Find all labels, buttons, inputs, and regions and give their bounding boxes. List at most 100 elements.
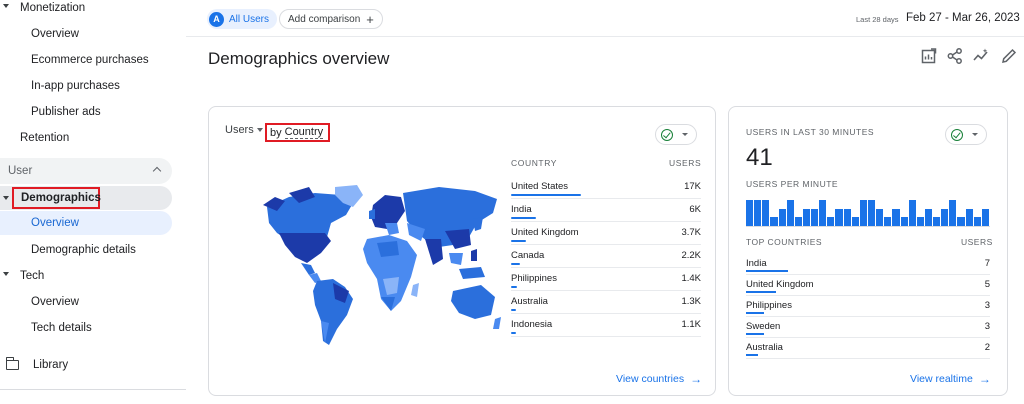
minute-bar: [851, 217, 859, 226]
country-share-bar: [746, 312, 765, 314]
sidebar-item-tech-overview[interactable]: Overview: [0, 290, 172, 314]
minute-bar: [762, 200, 770, 226]
minute-bar: [957, 217, 965, 226]
sidebar-item-demographic-details[interactable]: Demographic details: [0, 238, 172, 262]
sidebar-item-monetization[interactable]: Monetization: [0, 0, 172, 20]
map-region-south-america[interactable]: [313, 279, 353, 345]
date-range-picker[interactable]: Feb 27 - Mar 26, 2023: [906, 12, 1020, 24]
minute-bar: [811, 208, 819, 226]
world-map[interactable]: [249, 183, 504, 353]
minute-bar: [827, 217, 835, 226]
country-share-bar: [746, 333, 765, 335]
country-name: Canada: [511, 250, 545, 261]
country-name: Sweden: [746, 321, 781, 332]
sidebar-item-tech[interactable]: Tech: [0, 264, 172, 288]
minute-bar: [924, 208, 933, 226]
minute-bar: [916, 217, 924, 226]
table-row[interactable]: Indonesia 1.1K: [511, 314, 701, 337]
table-row[interactable]: Philippines 1.4K: [511, 268, 701, 291]
table-row[interactable]: United Kingdom 3.7K: [511, 222, 701, 245]
country-users: 3: [984, 321, 990, 332]
sidebar-section-user[interactable]: User: [0, 158, 172, 184]
view-countries-link[interactable]: View countries →: [616, 372, 702, 386]
sidebar-item-demographics-overview[interactable]: Overview: [0, 211, 172, 235]
country-users: 1.1K: [681, 319, 701, 330]
edit-pencil-icon[interactable]: [1000, 47, 1018, 65]
insights-icon[interactable]: [972, 47, 990, 65]
map-region-oceania[interactable]: [451, 285, 501, 329]
country-share-bar: [746, 270, 788, 272]
realtime-status-button[interactable]: [945, 124, 987, 145]
dimension-selector[interactable]: by Country: [265, 123, 330, 142]
sidebar-item-inapp-purchases[interactable]: In-app purchases: [0, 74, 172, 98]
demographics-highlight: Demographics: [12, 187, 101, 209]
sidebar-item-publisher-ads[interactable]: Publisher ads: [0, 100, 172, 124]
map-region-north-america[interactable]: [263, 187, 353, 283]
sidebar-item-library[interactable]: Library: [5, 353, 68, 377]
table-row[interactable]: India 6K: [511, 199, 701, 222]
minute-bar: [786, 200, 794, 226]
caret-down-icon: [3, 196, 9, 200]
country-name: Philippines: [746, 300, 792, 311]
country-name: Australia: [511, 296, 548, 307]
all-users-chip[interactable]: A All Users: [207, 9, 278, 29]
users-per-minute-chart: [746, 199, 990, 227]
list-item[interactable]: India 7: [746, 254, 990, 275]
sidebar-item-ecommerce-purchases[interactable]: Ecommerce purchases: [0, 48, 172, 72]
country-share-bar: [511, 194, 581, 196]
list-item[interactable]: Philippines 3: [746, 296, 990, 317]
minute-bar: [843, 208, 851, 226]
share-icon[interactable]: [946, 47, 964, 65]
column-header-top-countries: TOP COUNTRIES: [746, 237, 823, 247]
map-region-europe[interactable]: [369, 195, 405, 235]
caret-down-icon: [682, 133, 688, 136]
sidebar-item-tech-details[interactable]: Tech details: [0, 316, 172, 340]
minute-bar: [900, 217, 908, 226]
country-users: 2: [984, 342, 990, 353]
country-name: Australia: [746, 342, 783, 353]
minute-bar: [819, 200, 827, 226]
chevron-up-icon: [152, 166, 162, 176]
minute-bar: [770, 217, 778, 226]
list-item[interactable]: United Kingdom 5: [746, 275, 990, 296]
sidebar: Monetization Overview Ecommerce purchase…: [0, 0, 186, 404]
view-realtime-link[interactable]: View realtime →: [910, 372, 991, 386]
map-region-asia[interactable]: [403, 187, 497, 279]
arrow-right-icon: →: [978, 372, 991, 386]
comparison-bar: A All Users Add comparison + Last 28 day…: [186, 0, 1024, 37]
country-users: 2.2K: [681, 250, 701, 261]
country-users: 1.4K: [681, 273, 701, 284]
minute-bar: [981, 208, 989, 226]
sidebar-item-demographics[interactable]: Demographics: [0, 186, 172, 210]
minute-bar: [794, 217, 802, 226]
table-row[interactable]: United States 17K: [511, 176, 701, 199]
metric-dropdown[interactable]: Users: [225, 124, 263, 136]
caret-down-icon: [3, 4, 9, 8]
minute-bar: [868, 200, 876, 226]
folder-icon: [5, 357, 19, 370]
country-name: Indonesia: [511, 319, 553, 330]
minute-bar: [876, 208, 884, 226]
customize-report-icon[interactable]: [920, 47, 938, 65]
minute-bar: [778, 208, 786, 226]
minute-bar: [908, 200, 916, 226]
column-header-users: USERS: [669, 158, 702, 168]
map-region-africa[interactable]: [363, 235, 419, 311]
minute-bar: [941, 208, 949, 226]
arrow-right-icon: →: [690, 372, 703, 386]
users-last-30-label: USERS IN LAST 30 MINUTES: [746, 127, 875, 137]
minute-bar: [754, 200, 762, 226]
add-comparison-button[interactable]: Add comparison +: [279, 9, 383, 29]
column-header-country: COUNTRY: [511, 158, 558, 168]
sidebar-item-monetization-overview[interactable]: Overview: [0, 22, 172, 46]
page-title: Demographics overview: [208, 49, 390, 68]
list-item[interactable]: Sweden 3: [746, 317, 990, 338]
table-row[interactable]: Australia 1.3K: [511, 291, 701, 314]
sidebar-item-retention[interactable]: Retention: [0, 126, 172, 150]
minute-bar: [973, 217, 981, 226]
list-item[interactable]: Australia 2: [746, 338, 990, 359]
compare-status-button[interactable]: [655, 124, 697, 145]
minute-bar: [802, 208, 811, 226]
table-row[interactable]: Canada 2.2K: [511, 245, 701, 268]
plus-icon: +: [366, 11, 374, 27]
